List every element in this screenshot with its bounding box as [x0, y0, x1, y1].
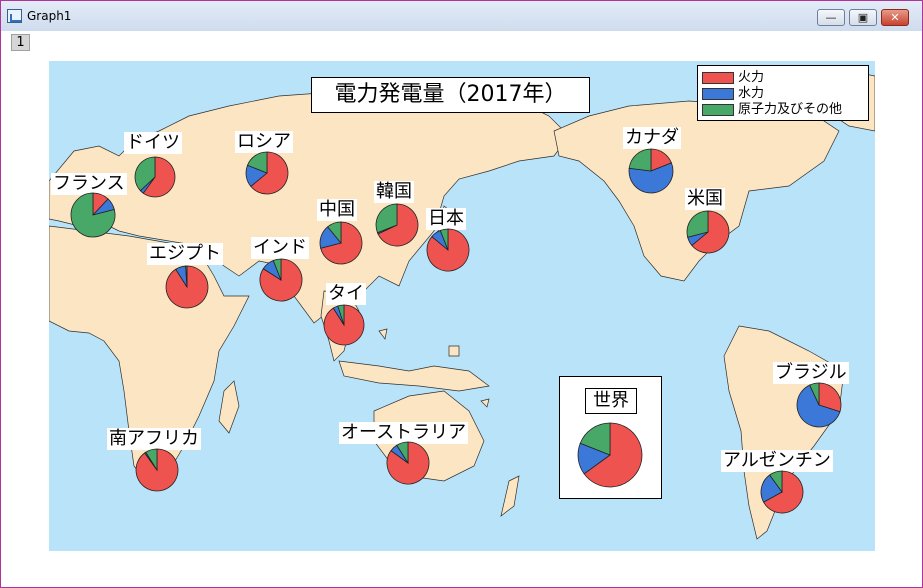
- legend-swatch-hydro: [702, 88, 734, 100]
- pie-label-china: 中国: [317, 199, 357, 221]
- pie-label-australia: オーストラリア: [339, 422, 469, 444]
- pie-label-south-africa: 南アフリカ: [107, 428, 201, 450]
- legend-item-hydro: 水力: [702, 86, 868, 102]
- layer-tab[interactable]: 1: [11, 34, 30, 51]
- pie-label-thailand: タイ: [326, 283, 366, 305]
- land-south-america: [723, 325, 845, 540]
- pie-label-world: 世界: [585, 388, 637, 414]
- legend-item-fire: 火力: [702, 70, 868, 86]
- pie-label-argentina: アルゼンチン: [721, 450, 833, 472]
- minimize-button[interactable]: —: [817, 9, 845, 26]
- pie-label-russia: ロシア: [235, 131, 293, 153]
- land-indonesia: [338, 360, 490, 392]
- pie-label-india: インド: [251, 237, 309, 259]
- legend-label-nuclear: 原子力及びその他: [738, 102, 843, 117]
- chart-title: 電力発電量（2017年）: [311, 77, 590, 113]
- land-new-zealand: [500, 475, 520, 517]
- pie-label-canada: カナダ: [623, 127, 681, 149]
- graph-window: Graph1 — ▣ ✕ 1 電力発電量（2017年） 火力 水力 原子力及びそ…: [0, 0, 923, 588]
- close-button[interactable]: ✕: [881, 9, 909, 26]
- pie-label-germany: ドイツ: [124, 132, 182, 154]
- pie-label-korea: 韓国: [374, 181, 414, 203]
- land-madagascar: [218, 380, 240, 434]
- pie-label-france: フランス: [51, 173, 127, 195]
- legend-swatch-nuclear: [702, 104, 734, 116]
- pie-label-egypt: エジプト: [147, 243, 223, 265]
- pie-label-usa: 米国: [685, 188, 725, 210]
- window-title: Graph1: [27, 9, 72, 23]
- legend-label-hydro: 水力: [738, 86, 765, 101]
- pie-label-brazil: ブラジル: [773, 362, 849, 384]
- title-bar[interactable]: Graph1 — ▣ ✕: [1, 1, 922, 31]
- legend-label-fire: 火力: [738, 70, 765, 85]
- graph-window-icon[interactable]: [7, 9, 22, 23]
- legend-item-nuclear: 原子力及びその他: [702, 102, 868, 118]
- maximize-button[interactable]: ▣: [849, 9, 877, 26]
- legend: 火力 水力 原子力及びその他: [697, 65, 869, 121]
- pie-label-japan: 日本: [426, 208, 466, 230]
- legend-swatch-fire: [702, 72, 734, 84]
